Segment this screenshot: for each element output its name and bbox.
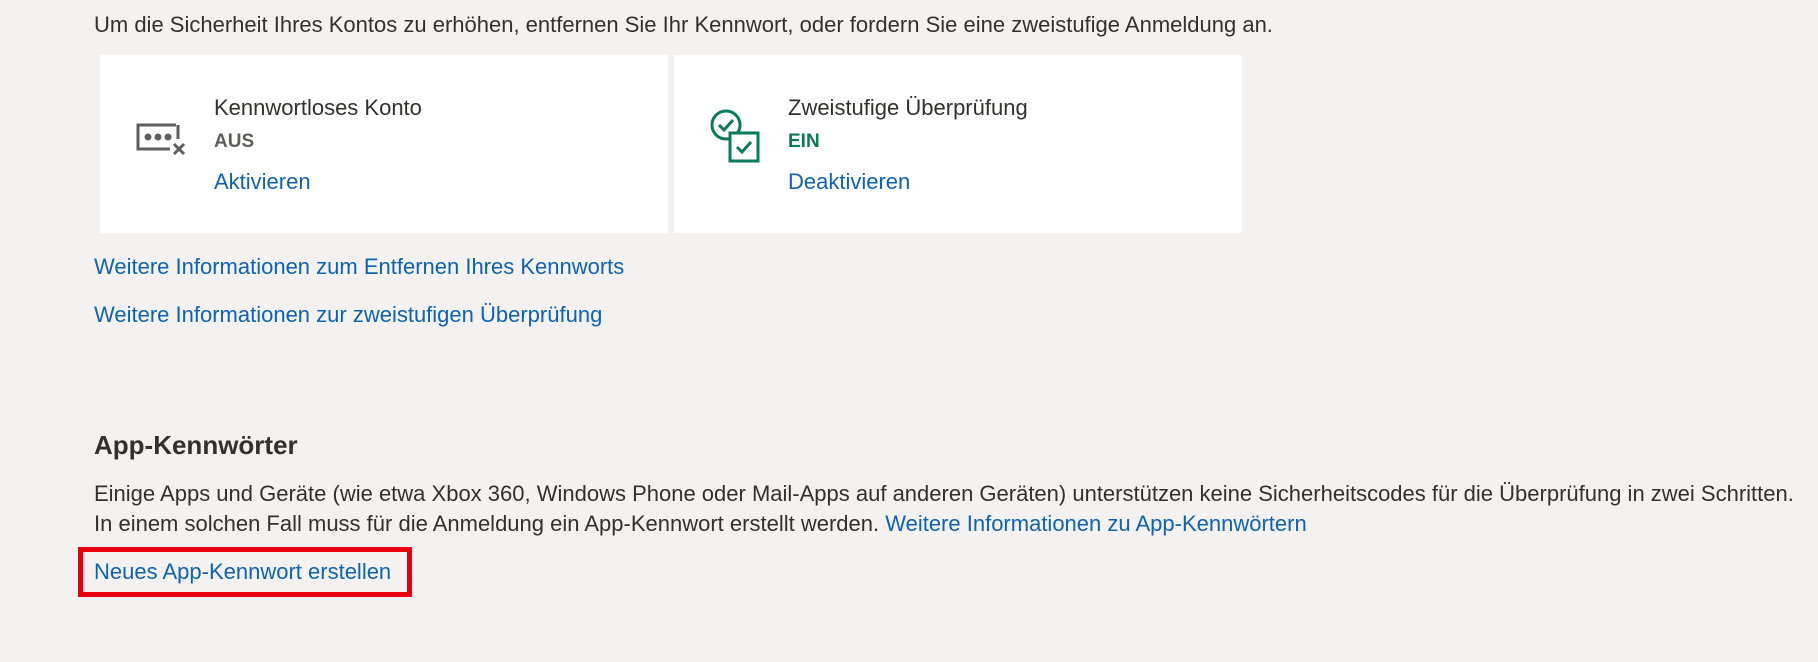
password-dots-cross-icon <box>134 107 190 167</box>
create-app-password-link[interactable]: Neues App-Kennwort erstellen <box>94 557 391 587</box>
passwordless-account-card: Kennwortloses Konto AUS Aktivieren <box>100 55 668 233</box>
passwordless-status: AUS <box>214 131 255 152</box>
app-passwords-heading: App-Kennwörter <box>94 430 298 460</box>
activate-passwordless-link[interactable]: Aktivieren <box>214 167 311 197</box>
two-step-verification-card: Zweistufige Überprüfung EIN Deaktivieren <box>674 55 1242 233</box>
security-options-page: Um die Sicherheit Ihres Kontos zu erhöhe… <box>0 0 1818 662</box>
two-step-status: EIN <box>788 131 820 152</box>
app-passwords-info-link[interactable]: Weitere Informationen zu App-Kennwörtern <box>885 511 1307 536</box>
app-passwords-description-block: Einige Apps und Geräte (wie etwa Xbox 36… <box>94 479 1794 539</box>
intro-text: Um die Sicherheit Ihres Kontos zu erhöhe… <box>94 12 1273 37</box>
remove-password-info-link[interactable]: Weitere Informationen zum Entfernen Ihre… <box>94 252 624 282</box>
deactivate-two-step-link[interactable]: Deaktivieren <box>788 167 910 197</box>
two-step-title: Zweistufige Überprüfung <box>788 95 1028 120</box>
double-check-icon <box>708 107 764 167</box>
passwordless-title: Kennwortloses Konto <box>214 95 422 120</box>
two-step-info-link[interactable]: Weitere Informationen zur zweistufigen Ü… <box>94 300 602 330</box>
